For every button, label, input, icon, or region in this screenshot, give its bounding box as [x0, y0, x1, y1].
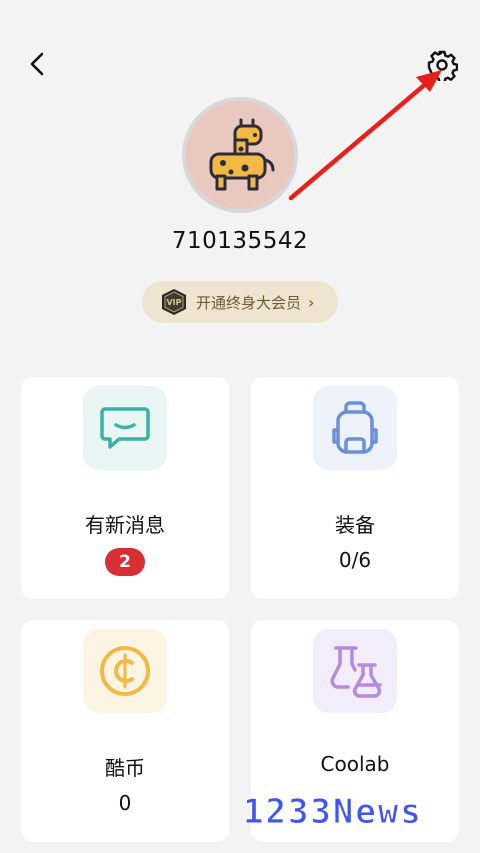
card-title: 酷币 — [105, 756, 145, 780]
coin-icon — [83, 629, 167, 713]
back-chevron-icon[interactable] — [24, 50, 52, 78]
card-title: 装备 — [335, 513, 375, 537]
flask-icon — [313, 629, 397, 713]
card-title: 有新消息 — [85, 513, 165, 537]
card-title: Coolab — [320, 752, 390, 776]
vip-badge-icon: VIP — [162, 289, 186, 315]
vip-membership-button[interactable]: VIP 开通终身大会员 › — [142, 281, 338, 323]
message-icon — [83, 386, 167, 470]
settings-gear-icon[interactable] — [426, 49, 458, 81]
giraffe-avatar-icon — [209, 118, 275, 191]
avatar[interactable] — [182, 97, 298, 213]
svg-text:VIP: VIP — [166, 298, 181, 307]
equipment-count: 0/6 — [338, 548, 372, 572]
messages-card[interactable]: 有新消息 2 — [21, 377, 229, 599]
coins-card[interactable]: 酷币 0 — [21, 620, 229, 842]
chevron-right-icon: › — [308, 292, 315, 312]
watermark: 1233News — [243, 792, 423, 833]
username: 710135542 — [171, 228, 309, 254]
coin-balance: 0 — [118, 791, 132, 815]
equipment-card[interactable]: 装备 0/6 — [251, 377, 459, 599]
vip-label: 开通终身大会员 — [196, 293, 302, 312]
backpack-icon — [313, 386, 397, 470]
unread-count-badge: 2 — [105, 548, 145, 576]
